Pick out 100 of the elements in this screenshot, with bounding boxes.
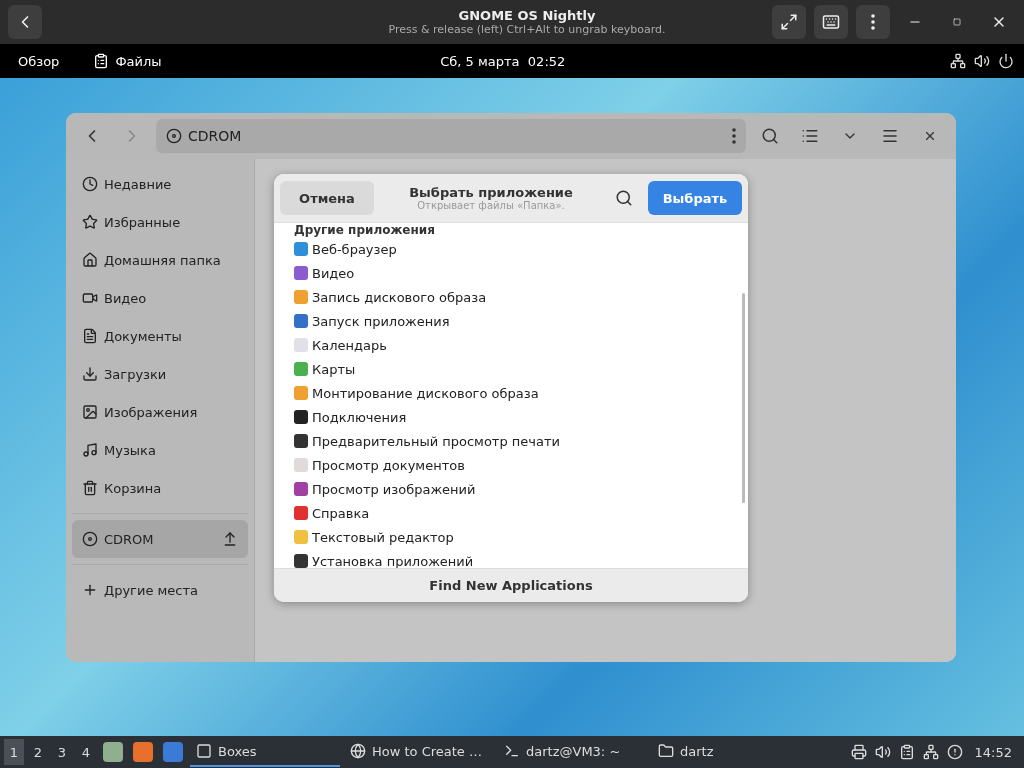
disc-icon — [166, 128, 182, 144]
app-list-item[interactable]: Монтирование дискового образа — [294, 381, 732, 405]
sidebar-item[interactable]: Музыка — [72, 431, 248, 469]
task-button[interactable]: How to Create … — [344, 737, 494, 767]
window-title: GNOME OS Nightly — [458, 8, 596, 23]
alert-icon — [946, 744, 963, 760]
app-list-item[interactable]: Запись дискового образа — [294, 285, 732, 309]
app-menu-button[interactable]: Файлы — [85, 51, 170, 71]
find-apps-button[interactable]: Find New Applications — [274, 568, 748, 602]
workspace-button[interactable]: 4 — [76, 739, 96, 765]
app-icon — [294, 386, 308, 400]
app-icon — [294, 338, 308, 352]
app-list-item[interactable]: Справка — [294, 501, 732, 525]
sidebar-item[interactable]: Домашняя папка — [72, 241, 248, 279]
terminal-icon — [504, 743, 520, 759]
app-list-item[interactable]: Карты — [294, 357, 732, 381]
dialog-title: Выбрать приложение — [409, 185, 573, 200]
list-icon — [801, 127, 819, 145]
app-list-item[interactable]: Текстовый редактор — [294, 525, 732, 549]
dialog-subtitle: Открывает файлы «Папка». — [417, 200, 565, 211]
app-list-item[interactable]: Запуск приложения — [294, 309, 732, 333]
scrollbar[interactable] — [742, 293, 745, 503]
app-icon — [294, 266, 308, 280]
sidebar-item[interactable]: Видео — [72, 279, 248, 317]
app-icon — [294, 482, 308, 496]
window-subtitle: Press & release (left) Ctrl+Alt to ungrab keyboard. — [388, 23, 666, 36]
search-icon — [615, 189, 633, 207]
select-button[interactable]: Выбрать — [648, 181, 742, 215]
plus-icon — [82, 582, 98, 598]
app-list-item[interactable]: Просмотр изображений — [294, 477, 732, 501]
app-list-item[interactable]: Календарь — [294, 333, 732, 357]
task-button[interactable]: dartz — [652, 737, 802, 767]
task-button[interactable]: Boxes — [190, 737, 340, 767]
overview-button[interactable]: Обзор — [10, 51, 68, 71]
app-icon — [294, 554, 308, 568]
sidebar-item[interactable]: Изображения — [72, 393, 248, 431]
app-icon — [294, 242, 308, 256]
app-list-item[interactable]: Веб-браузер — [294, 237, 732, 261]
folder-icon — [658, 743, 674, 759]
menu-button[interactable] — [856, 5, 890, 39]
clipboard-icon — [93, 53, 110, 69]
disc-icon — [82, 531, 98, 547]
path-text: CDROM — [188, 128, 243, 144]
globe-icon — [350, 743, 366, 759]
app-icon — [294, 530, 308, 544]
sidebar-label: CDROM — [104, 531, 155, 547]
app-icon — [294, 314, 308, 328]
sidebar-item[interactable]: Недавние — [72, 165, 248, 203]
power-icon — [998, 53, 1014, 69]
image-icon — [82, 404, 98, 420]
sidebar-item[interactable]: Избранные — [72, 203, 248, 241]
back-button[interactable] — [8, 5, 42, 39]
volume-icon — [974, 53, 990, 69]
app-icon — [294, 506, 308, 520]
eject-icon — [222, 531, 238, 547]
close-icon — [923, 129, 937, 143]
app-icon — [294, 290, 308, 304]
download-icon — [82, 366, 98, 382]
app-list-item[interactable]: Просмотр документов — [294, 453, 732, 477]
kebab-icon — [732, 128, 736, 144]
clipboard-icon — [898, 744, 915, 760]
sidebar-item[interactable]: Другие места — [72, 571, 248, 609]
task-button[interactable]: dartz@VM3: ~ — [498, 737, 648, 767]
sidebar-item[interactable]: CDROM — [72, 520, 248, 558]
document-icon — [82, 328, 98, 344]
maximize-icon — [953, 18, 961, 26]
printer-icon — [850, 744, 867, 760]
music-icon — [82, 442, 98, 458]
app-icon — [294, 362, 308, 376]
path-bar[interactable]: CDROM — [156, 119, 746, 153]
keyboard-button[interactable] — [814, 5, 848, 39]
workspace-button[interactable]: 3 — [52, 739, 72, 765]
clock-icon — [82, 176, 98, 192]
menu-icon — [881, 127, 899, 145]
workspace-button[interactable]: 1 — [4, 739, 24, 765]
square-icon — [196, 743, 212, 759]
home-icon — [82, 252, 98, 268]
volume-icon — [874, 744, 891, 760]
keyboard-icon — [822, 13, 840, 31]
clock-button[interactable]: Сб, 5 марта 02:52 — [187, 52, 932, 70]
sidebar-item[interactable]: Загрузки — [72, 355, 248, 393]
search-icon — [761, 127, 779, 145]
star-icon — [82, 214, 98, 230]
network-icon — [950, 53, 966, 69]
fullscreen-button[interactable] — [772, 5, 806, 39]
sidebar-item[interactable]: Документы — [72, 317, 248, 355]
kebab-icon — [871, 14, 875, 30]
app-list-item[interactable]: Предварительный просмотр печати — [294, 429, 732, 453]
app-icon — [294, 410, 308, 424]
app-icon — [294, 434, 308, 448]
section-heading: Другие приложения — [294, 223, 436, 237]
app-list-item[interactable]: Подключения — [294, 405, 732, 429]
app-list-item[interactable]: Установка приложений — [294, 549, 732, 568]
video-icon — [82, 290, 98, 306]
workspace-button[interactable]: 2 — [28, 739, 48, 765]
app-list-item[interactable]: Видео — [294, 261, 732, 285]
sidebar-item[interactable]: Корзина — [72, 469, 248, 507]
network-icon — [922, 744, 939, 760]
expand-icon — [780, 13, 798, 31]
cancel-button[interactable]: Отмена — [280, 181, 374, 215]
